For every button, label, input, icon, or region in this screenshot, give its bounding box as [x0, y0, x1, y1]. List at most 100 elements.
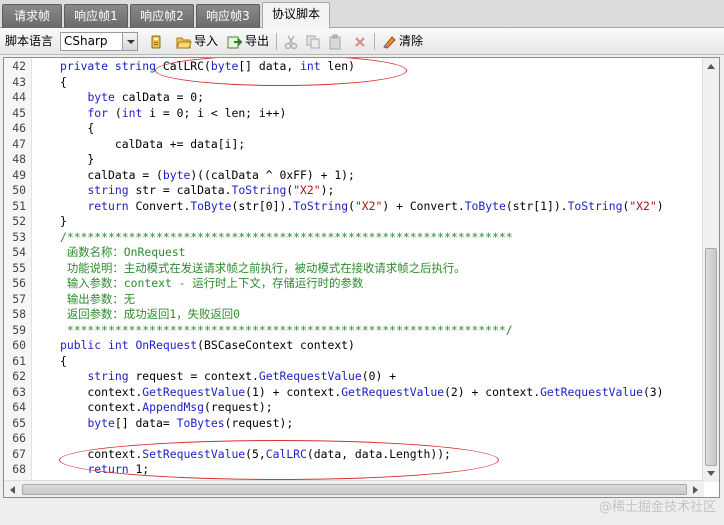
- code-token: return: [87, 462, 129, 476]
- code-line[interactable]: 58 返回参数：成功返回1，失败返回0: [4, 307, 704, 323]
- code-line[interactable]: 44 byte calData = 0;: [4, 90, 704, 106]
- code-token: GetRequestValue: [540, 384, 643, 399]
- export-button[interactable]: 导出: [245, 28, 269, 55]
- code-editor[interactable]: 42 private string CalLRC(byte[] data, int…: [3, 57, 720, 498]
- line-number: 49: [12, 167, 26, 182]
- cut-icon[interactable]: [283, 34, 299, 50]
- code-token: private string: [60, 59, 163, 73]
- line-number: 47: [12, 136, 26, 151]
- code-token: ToString: [231, 183, 287, 197]
- code-line[interactable]: 61 {: [4, 354, 704, 370]
- import-button[interactable]: 导入: [194, 28, 218, 55]
- code-line[interactable]: 45 for (int i = 0; i < len; i++): [4, 106, 704, 122]
- code-token: ToByte: [190, 198, 232, 213]
- code-line[interactable]: 47 calData += data[i];: [4, 137, 704, 153]
- code-token: (5,: [245, 446, 266, 461]
- paste-icon[interactable]: [327, 34, 343, 50]
- code-line[interactable]: 57 输出参数：无: [4, 292, 704, 308]
- code-text: context.SetRequestValue(5,CalLRC(data, d…: [60, 447, 451, 463]
- code-line[interactable]: 56 输入参数：context - 运行时上下文，存储运行时的参数: [4, 276, 704, 292]
- code-line[interactable]: 43 {: [4, 75, 704, 91]
- code-token: ToByte: [464, 198, 506, 213]
- line-number: 43: [12, 74, 26, 89]
- code-line[interactable]: 65 byte[] data= ToBytes(request);: [4, 416, 704, 432]
- tab-request-frame[interactable]: 请求帧: [2, 4, 62, 28]
- copy-icon[interactable]: [305, 34, 321, 50]
- code-line[interactable]: 55 功能说明：主动模式在发送请求帧之前执行，被动模式在接收请求帧之后执行。: [4, 261, 704, 277]
- code-token: len): [320, 59, 355, 73]
- code-line[interactable]: 50 string str = calData.ToString("X2");: [4, 183, 704, 199]
- code-token: )((calData ^ 0xFF) + 1);: [190, 167, 355, 182]
- code-line[interactable]: 68 return 1;: [4, 462, 704, 478]
- tab-response-frame-2[interactable]: 响应帧2: [130, 4, 194, 28]
- code-token: GetRequestValue: [341, 384, 445, 399]
- code-token: CalLRC(: [162, 59, 211, 73]
- code-text: 返回参数：成功返回1，失败返回0: [60, 307, 240, 323]
- code-token: 功能说明：主动模式在发送请求帧之前执行，被动模式在接收请求帧之后执行。: [60, 260, 466, 275]
- horizontal-scroll-thumb[interactable]: [22, 484, 687, 495]
- line-number: 52: [12, 214, 26, 228]
- code-line[interactable]: 66: [4, 431, 704, 447]
- code-token: public int: [60, 338, 136, 352]
- code-line[interactable]: 63 context.GetRequestValue(1) + context.…: [4, 385, 704, 401]
- code-token: "X2": [293, 183, 321, 197]
- delete-icon[interactable]: [352, 34, 368, 50]
- tab-protocol-script[interactable]: 协议脚本: [262, 2, 330, 29]
- code-line[interactable]: 59 *************************************…: [4, 323, 704, 339]
- code-token: GetRequestValue: [142, 384, 246, 399]
- code-text: byte[] data= ToBytes(request);: [60, 416, 293, 432]
- code-token: ToString: [293, 198, 349, 213]
- code-line[interactable]: 49 calData = (byte)((calData ^ 0xFF) + 1…: [4, 168, 704, 184]
- code-token: 输入参数：context - 运行时上下文，存储运行时的参数: [60, 276, 364, 290]
- scroll-left-icon[interactable]: [8, 485, 16, 495]
- line-number: 59: [12, 322, 26, 337]
- code-line[interactable]: 54 函数名称：OnRequest: [4, 245, 704, 261]
- code-line[interactable]: 67 context.SetRequestValue(5,CalLRC(data…: [4, 447, 704, 463]
- code-token: request = context.: [128, 369, 259, 383]
- code-token: }: [60, 152, 95, 166]
- code-token: );: [320, 183, 335, 197]
- folder-open-icon: [176, 37, 192, 49]
- script-language-select[interactable]: CSharp: [60, 32, 138, 51]
- code-token: context.: [60, 400, 143, 414]
- code-line[interactable]: 62 string request = context.GetRequestVa…: [4, 369, 704, 385]
- chevron-down-icon[interactable]: [122, 33, 137, 50]
- line-number: 50: [12, 183, 26, 197]
- vertical-scroll-thumb[interactable]: [705, 248, 717, 466]
- code-token: byte: [87, 415, 115, 430]
- tab-label: 响应帧2: [140, 9, 184, 23]
- scroll-up-icon[interactable]: [706, 62, 716, 70]
- code-token: return: [87, 198, 129, 213]
- code-token: (str[1]).: [505, 198, 568, 213]
- code-line[interactable]: 48 }: [4, 152, 704, 168]
- line-number: 63: [12, 384, 26, 399]
- scroll-right-icon[interactable]: [692, 485, 700, 495]
- vertical-scrollbar[interactable]: [702, 58, 719, 482]
- horizontal-scrollbar[interactable]: [4, 480, 704, 497]
- code-line[interactable]: 64 context.AppendMsg(request);: [4, 400, 704, 416]
- code-line[interactable]: 53 /*************************************…: [4, 230, 704, 246]
- tab-response-frame-3[interactable]: 响应帧3: [196, 4, 260, 28]
- code-token: (: [348, 198, 355, 213]
- code-line[interactable]: 46 {: [4, 121, 704, 137]
- code-token: context.: [60, 446, 143, 461]
- compile-icon[interactable]: [148, 34, 164, 50]
- code-text: return Convert.ToByte(str[0]).ToString("…: [60, 198, 663, 215]
- scroll-down-icon[interactable]: [706, 470, 716, 478]
- code-token: AppendMsg: [142, 400, 205, 414]
- code-line[interactable]: 42 private string CalLRC(byte[] data, int…: [4, 59, 704, 75]
- line-number: 54: [12, 245, 26, 259]
- code-token: }: [60, 214, 67, 228]
- line-number: 51: [12, 198, 26, 213]
- code-text: context.AppendMsg(request);: [60, 400, 272, 416]
- code-line[interactable]: 51 return Convert.ToByte(str[0]).ToStrin…: [4, 199, 704, 215]
- code-line[interactable]: 60 public int OnRequest(BSCaseContext con…: [4, 338, 704, 354]
- clear-button[interactable]: 清除: [399, 28, 423, 55]
- tab-response-frame-1[interactable]: 响应帧1: [64, 4, 128, 28]
- line-number: 67: [12, 446, 26, 461]
- line-number: 48: [12, 152, 26, 166]
- code-line[interactable]: 52}: [4, 214, 704, 230]
- eraser-icon: [383, 36, 396, 49]
